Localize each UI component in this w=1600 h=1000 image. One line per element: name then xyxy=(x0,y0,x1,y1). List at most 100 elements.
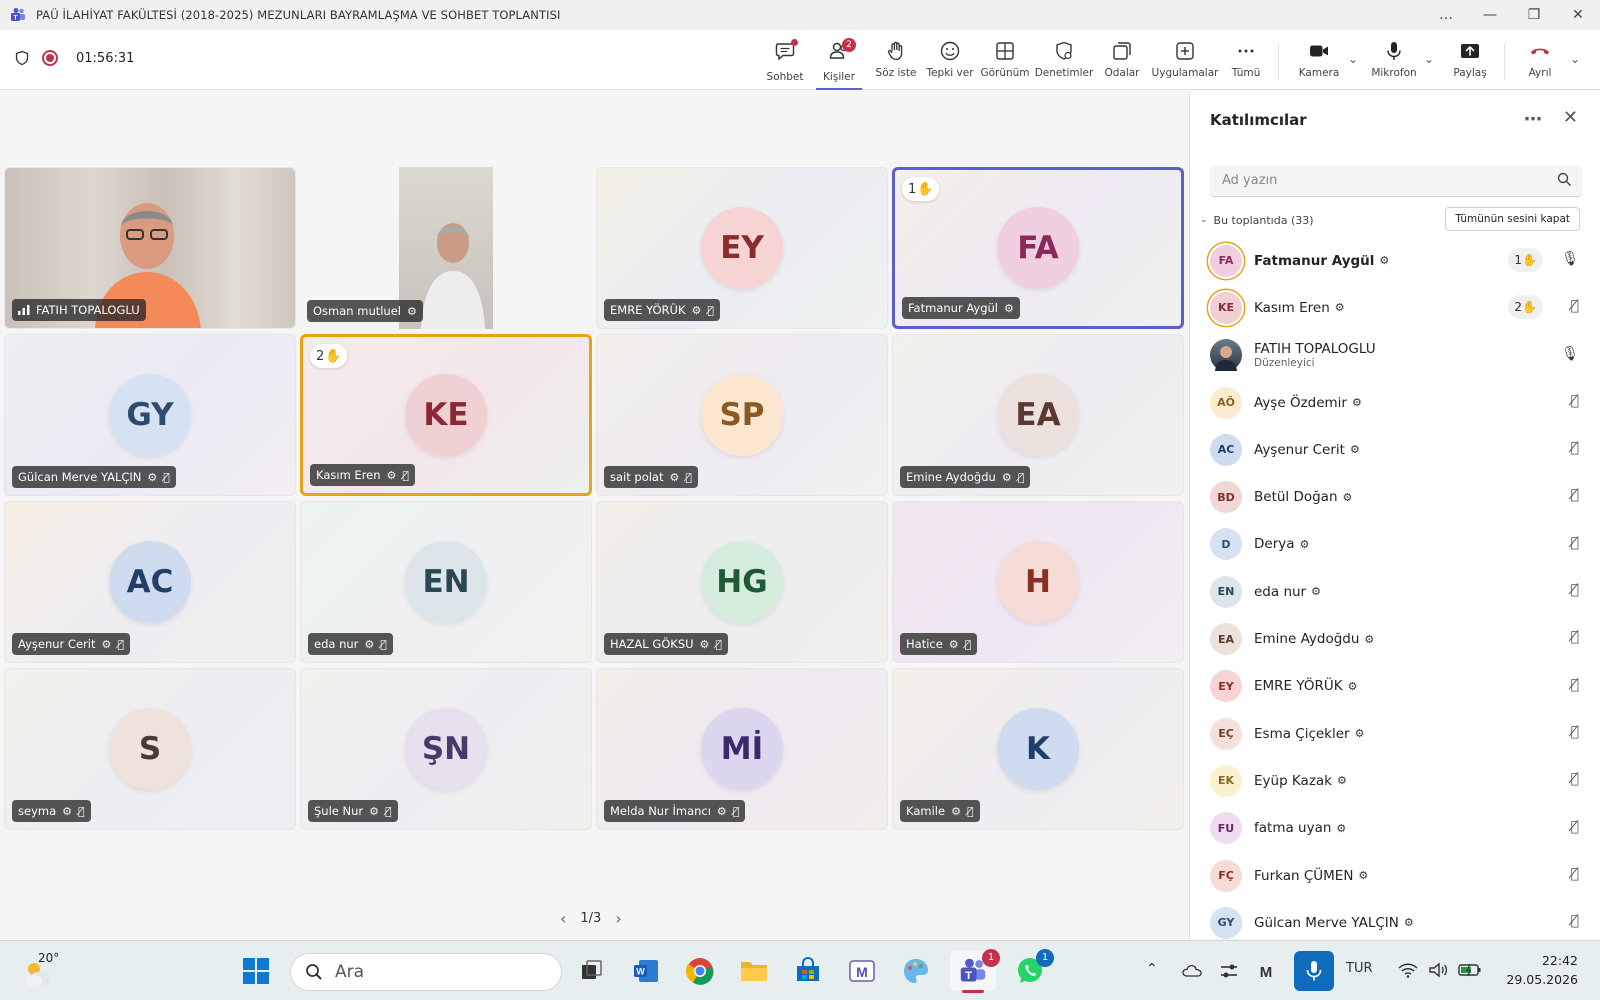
shield-icon[interactable] xyxy=(14,50,30,66)
video-tile[interactable]: EY EMRE YÖRÜK ⚙ 🎙̸ xyxy=(596,167,888,329)
mic-off-icon[interactable]: 🎙̸ xyxy=(1571,629,1579,645)
list-item[interactable]: BD Betül Doğan ⚙ 🎙̸ xyxy=(1190,473,1600,520)
list-item[interactable]: FATIH TOPALOGLU Düzenleyici 🎙 xyxy=(1190,332,1600,379)
microphone-in-use-button[interactable] xyxy=(1294,951,1334,991)
weather-widget[interactable]: 20° xyxy=(22,951,66,991)
system-clock[interactable]: 22:42 29.05.2026 xyxy=(1506,951,1578,989)
close-window-icon[interactable]: ✕ xyxy=(1556,7,1600,23)
in-meeting-section[interactable]: ⌄ Bu toplantıda (33) Tümünün sesini kapa… xyxy=(1200,207,1580,233)
video-tile[interactable]: 1 ✋ FA Fatmanur Aygül ⚙ xyxy=(892,167,1184,329)
video-tile[interactable]: S seyma ⚙ 🎙̸ xyxy=(4,668,296,830)
mic-off-icon[interactable]: 🎙̸ xyxy=(1571,677,1579,693)
pane-more-icon[interactable]: ⋯ xyxy=(1524,109,1542,130)
mute-all-button[interactable]: Tümünün sesini kapat xyxy=(1445,207,1580,231)
store-app-button[interactable] xyxy=(788,951,828,991)
chat-button[interactable]: Sohbet xyxy=(765,36,805,86)
mic-off-icon[interactable]: 🎙̸ xyxy=(1571,913,1579,929)
share-button[interactable]: Paylaş xyxy=(1450,36,1490,86)
video-tile[interactable]: AC Ayşenur Cerit ⚙ 🎙̸ xyxy=(4,501,296,663)
mic-off-icon[interactable]: 🎙̸ xyxy=(1571,866,1579,882)
list-item[interactable]: EK Eyüp Kazak ⚙ 🎙̸ xyxy=(1190,757,1600,804)
list-item[interactable]: AC Ayşenur Cerit ⚙ 🎙̸ xyxy=(1190,426,1600,473)
video-tile[interactable]: SP sait polat ⚙ 🎙̸ xyxy=(596,334,888,496)
video-tile[interactable]: GY Gülcan Merve YALÇIN ⚙ 🎙̸ xyxy=(4,334,296,496)
battery-charging-icon[interactable] xyxy=(1458,962,1482,978)
mic-off-icon[interactable]: 🎙̸ xyxy=(1571,393,1579,409)
raise-hand-button[interactable]: Söz iste xyxy=(872,36,920,86)
mail-app-button[interactable]: M xyxy=(842,951,882,991)
leave-options-chevron-icon[interactable]: ⌄ xyxy=(1570,52,1580,66)
list-item[interactable]: EA Emine Aydoğdu ⚙ 🎙̸ xyxy=(1190,615,1600,662)
window-more-icon[interactable]: … xyxy=(1424,7,1468,23)
video-tile[interactable]: Mİ Melda Nur İmancı ⚙ 🎙̸ xyxy=(596,668,888,830)
start-button[interactable] xyxy=(236,951,276,991)
mic-off-icon[interactable]: 🎙̸ xyxy=(1571,819,1579,835)
video-tile[interactable]: Osman mutluel ⚙ xyxy=(300,167,592,329)
volume-icon[interactable] xyxy=(1428,962,1448,978)
show-hidden-icons-chevron-icon[interactable]: ⌃ xyxy=(1146,961,1158,977)
teams-app-button[interactable]: T 1 xyxy=(950,949,1000,993)
participant-search-input[interactable]: Ad yazın xyxy=(1210,165,1582,197)
wifi-icon[interactable] xyxy=(1398,962,1418,978)
list-item[interactable]: EN eda nur ⚙ 🎙̸ xyxy=(1190,568,1600,615)
restore-icon[interactable]: ❐ xyxy=(1512,7,1556,23)
onedrive-cloud-icon[interactable] xyxy=(1182,963,1202,977)
more-button[interactable]: Tümü xyxy=(1228,36,1264,86)
video-tile[interactable]: 2 ✋ KE Kasım Eren ⚙ 🎙̸ xyxy=(300,334,592,496)
list-item[interactable]: FU fatma uyan ⚙ 🎙̸ xyxy=(1190,805,1600,852)
list-item[interactable]: AÖ Ayşe Özdemir ⚙ 🎙̸ xyxy=(1190,379,1600,426)
video-tile[interactable]: H Hatice ⚙ 🎙̸ xyxy=(892,501,1184,663)
controls-button[interactable]: Denetimler xyxy=(1035,36,1093,86)
list-item[interactable]: KE Kasım Eren ⚙ 2 ✋ 🎙̸ xyxy=(1190,284,1600,331)
rooms-label: Odalar xyxy=(1104,67,1140,79)
video-tile[interactable]: ŞN Şule Nur ⚙ 🎙̸ xyxy=(300,668,592,830)
paint-app-button[interactable] xyxy=(896,951,936,991)
video-tile[interactable]: EA Emine Aydoğdu ⚙ 🎙̸ xyxy=(892,334,1184,496)
mic-off-icon[interactable]: 🎙̸ xyxy=(1571,535,1579,551)
task-view-button[interactable] xyxy=(572,951,612,991)
minimize-icon[interactable]: — xyxy=(1468,7,1512,23)
mic-on-icon[interactable]: 🎙 xyxy=(1561,346,1579,362)
list-item[interactable]: EÇ Esma Çiçekler ⚙ 🎙̸ xyxy=(1190,710,1600,757)
video-tile[interactable]: EN eda nur ⚙ 🎙̸ xyxy=(300,501,592,663)
taskbar-search-input[interactable]: Ara xyxy=(290,953,562,991)
nameplate: Kamile ⚙ 🎙̸ xyxy=(900,800,980,822)
video-tile[interactable]: FATIH TOPALOGLU xyxy=(4,167,296,329)
role-icon: ⚙ xyxy=(1358,869,1369,882)
list-item[interactable]: D Derya ⚙ 🎙̸ xyxy=(1190,521,1600,568)
react-button[interactable]: Tepki ver xyxy=(926,36,974,86)
whatsapp-app-button[interactable]: 1 xyxy=(1010,949,1054,991)
mic-off-icon[interactable]: 🎙̸ xyxy=(1571,440,1579,456)
mic-off-icon[interactable]: 🎙̸ xyxy=(1571,298,1579,314)
camera-options-chevron-icon[interactable]: ⌄ xyxy=(1348,52,1358,66)
settings-sliders-icon[interactable] xyxy=(1220,963,1238,979)
chrome-app-button[interactable] xyxy=(680,951,720,991)
mic-off-icon[interactable]: 🎙̸ xyxy=(1571,487,1579,503)
app-m-tray-icon[interactable]: M xyxy=(1256,963,1276,979)
participant-name: eda nur ⚙ xyxy=(1254,584,1321,600)
list-item[interactable]: FÇ Furkan ÇÜMEN ⚙ 🎙̸ xyxy=(1190,852,1600,899)
view-button[interactable]: Görünüm xyxy=(980,36,1030,86)
microphone-options-chevron-icon[interactable]: ⌄ xyxy=(1424,52,1434,66)
next-page-icon[interactable]: › xyxy=(615,909,621,928)
video-tile[interactable]: K Kamile ⚙ 🎙̸ xyxy=(892,668,1184,830)
camera-button[interactable]: Kamera xyxy=(1298,36,1340,86)
word-app-button[interactable]: W xyxy=(626,951,666,991)
mic-off-icon[interactable]: 🎙̸ xyxy=(1571,771,1579,787)
nameplate: eda nur ⚙ 🎙̸ xyxy=(308,633,393,655)
mic-on-icon[interactable]: 🎙 xyxy=(1561,251,1579,267)
rooms-button[interactable]: Odalar xyxy=(1102,36,1142,86)
mic-off-icon[interactable]: 🎙̸ xyxy=(1571,582,1579,598)
leave-button[interactable]: Ayrıl xyxy=(1522,36,1558,86)
close-pane-icon[interactable]: ✕ xyxy=(1563,107,1578,128)
apps-button[interactable]: Uygulamalar xyxy=(1152,36,1218,86)
previous-page-icon[interactable]: ‹ xyxy=(560,909,566,928)
file-explorer-button[interactable] xyxy=(734,951,774,991)
language-indicator[interactable]: TUR xyxy=(1346,961,1373,976)
microphone-button[interactable]: Mikrofon xyxy=(1370,36,1418,86)
list-item[interactable]: FA Fatmanur Aygül ⚙ 1 ✋ 🎙 xyxy=(1190,237,1600,284)
video-tile[interactable]: HG HAZAL GÖKSU ⚙ 🎙̸ xyxy=(596,501,888,663)
people-button[interactable]: 2 Kişiler xyxy=(816,36,862,90)
list-item[interactable]: EY EMRE YÖRÜK ⚙ 🎙̸ xyxy=(1190,663,1600,710)
mic-off-icon[interactable]: 🎙̸ xyxy=(1571,724,1579,740)
